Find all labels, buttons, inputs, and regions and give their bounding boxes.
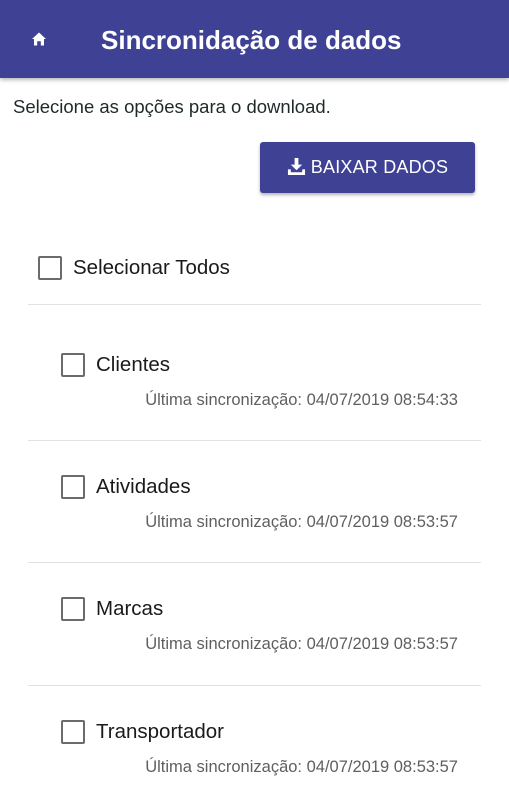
divider: [28, 685, 481, 686]
home-icon: [32, 32, 46, 46]
item-checkbox-clientes[interactable]: [61, 353, 85, 377]
last-sync-text: Última sincronização: 04/07/2019 08:53:5…: [145, 758, 458, 776]
home-button[interactable]: [24, 22, 54, 56]
app-bar: Sincronidação de dados: [0, 0, 509, 78]
item-label: Transportador: [96, 720, 224, 743]
item-checkbox-marcas[interactable]: [61, 597, 85, 621]
page-title: Sincronidação de dados: [101, 25, 402, 55]
last-sync-text: Última sincronização: 04/07/2019 08:53:5…: [145, 513, 458, 531]
item-label: Atividades: [96, 475, 191, 498]
divider: [28, 440, 481, 441]
download-icon: [287, 157, 305, 175]
last-sync-text: Última sincronização: 04/07/2019 08:54:3…: [145, 391, 458, 409]
item-label: Marcas: [96, 597, 164, 620]
select-all-checkbox[interactable]: [38, 256, 62, 280]
select-all-label: Selecionar Todos: [73, 256, 230, 279]
divider: [28, 562, 481, 563]
download-data-button[interactable]: BAIXAR DADOS: [260, 142, 475, 193]
item-checkbox-atividades[interactable]: [61, 475, 85, 499]
instructions-text: Selecione as opções para o download.: [13, 96, 331, 117]
item-label: Clientes: [96, 353, 171, 376]
download-button-label: BAIXAR DADOS: [310, 157, 449, 177]
last-sync-text: Última sincronização: 04/07/2019 08:53:5…: [145, 635, 458, 653]
divider: [28, 304, 481, 305]
item-checkbox-transportador[interactable]: [61, 720, 85, 744]
